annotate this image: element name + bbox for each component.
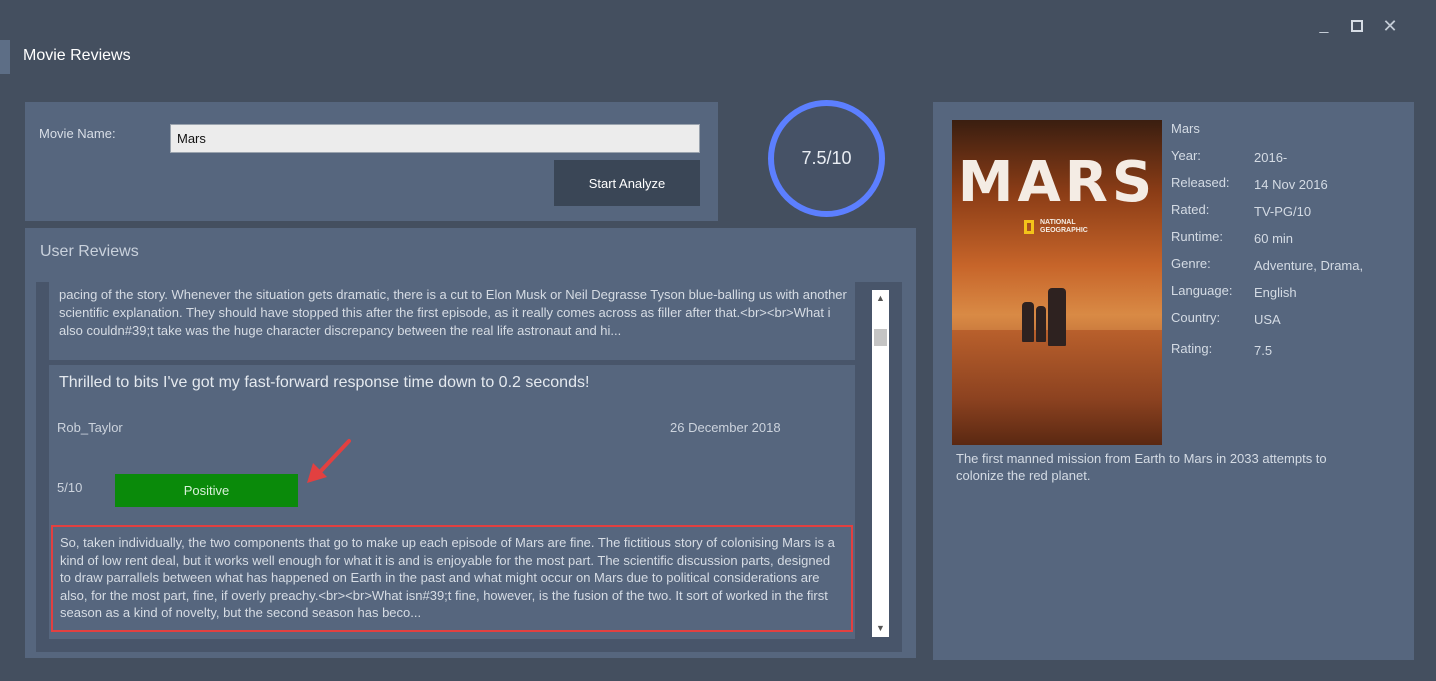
rating-value: 7.5 <box>1254 343 1273 358</box>
poster-terrain <box>952 330 1162 445</box>
poster-brand: NATIONAL GEOGRAPHIC <box>1040 219 1088 234</box>
title-accent-bar <box>0 40 10 74</box>
released-label: Released: <box>1171 175 1230 190</box>
genre-value: Adventure, Drama, <box>1254 258 1364 273</box>
close-icon: ✕ <box>1382 16 1398 36</box>
review-body: pacing of the story. Whenever the situat… <box>59 287 847 338</box>
national-geographic-logo-icon <box>1024 220 1034 234</box>
scroll-down-icon[interactable]: ▼ <box>872 620 889 637</box>
score-circle: 7.5/10 <box>768 100 885 217</box>
minimize-icon: _ <box>1319 17 1329 34</box>
review-card: Thrilled to bits I've got my fast-forwar… <box>49 365 855 639</box>
movie-poster: MARS NATIONAL GEOGRAPHIC <box>952 120 1162 445</box>
rating-label: Rating: <box>1171 341 1213 356</box>
movie-name-label: Movie Name: <box>39 126 116 141</box>
year-label: Year: <box>1171 148 1201 163</box>
language-value: English <box>1254 285 1297 300</box>
search-panel: Movie Name: Start Analyze <box>25 102 718 221</box>
review-title: Thrilled to bits I've got my fast-forwar… <box>59 374 590 391</box>
country-label: Country: <box>1171 310 1221 325</box>
scroll-thumb[interactable] <box>874 329 887 346</box>
review-rating: 5/10 <box>57 480 83 495</box>
movie-plot: The first manned mission from Earth to M… <box>956 451 1327 483</box>
movie-details-panel: MARS NATIONAL GEOGRAPHIC Mars Year: 2016… <box>933 102 1414 660</box>
poster-title: MARS <box>957 150 1157 215</box>
runtime-label: Runtime: <box>1171 229 1224 244</box>
maximize-icon <box>1351 19 1363 32</box>
sentiment-label: Positive <box>183 483 230 498</box>
start-analyze-button[interactable]: Start Analyze <box>554 160 700 206</box>
year-value: 2016- <box>1254 150 1288 165</box>
review-body-highlighted: So, taken individually, the two componen… <box>51 525 853 632</box>
rated-value: TV-PG/10 <box>1254 204 1312 219</box>
maximize-button[interactable] <box>1345 14 1369 38</box>
annotation-arrow-icon <box>307 439 351 483</box>
language-label: Language: <box>1171 283 1233 298</box>
reviews-heading: User Reviews <box>40 243 139 260</box>
minimize-button[interactable]: _ <box>1312 14 1336 38</box>
close-button[interactable]: ✕ <box>1378 14 1402 38</box>
country-value: USA <box>1254 312 1281 327</box>
rated-label: Rated: <box>1171 202 1210 217</box>
app-title: Movie Reviews <box>23 47 131 64</box>
review-author: Rob_Taylor <box>57 420 123 435</box>
reviews-list[interactable]: pacing of the story. Whenever the situat… <box>36 282 902 652</box>
score-text: 7.5/10 <box>801 148 852 168</box>
review-date: 26 December 2018 <box>670 420 781 435</box>
scroll-up-icon[interactable]: ▲ <box>872 290 889 307</box>
reviews-panel: User Reviews pacing of the story. Whenev… <box>25 228 916 658</box>
sentiment-badge: Positive <box>115 474 298 507</box>
movie-title: Mars <box>1171 121 1200 136</box>
astronaut-figure-icon <box>1036 306 1046 342</box>
astronaut-figure-icon <box>1022 302 1034 342</box>
reviews-scrollbar[interactable]: ▲ ▼ <box>872 290 889 637</box>
review-card: pacing of the story. Whenever the situat… <box>49 282 855 360</box>
movie-name-input[interactable] <box>170 124 700 153</box>
genre-label: Genre: <box>1171 256 1211 271</box>
runtime-value: 60 min <box>1254 231 1294 246</box>
astronaut-figure-icon <box>1048 288 1066 346</box>
released-value: 14 Nov 2016 <box>1254 177 1328 192</box>
